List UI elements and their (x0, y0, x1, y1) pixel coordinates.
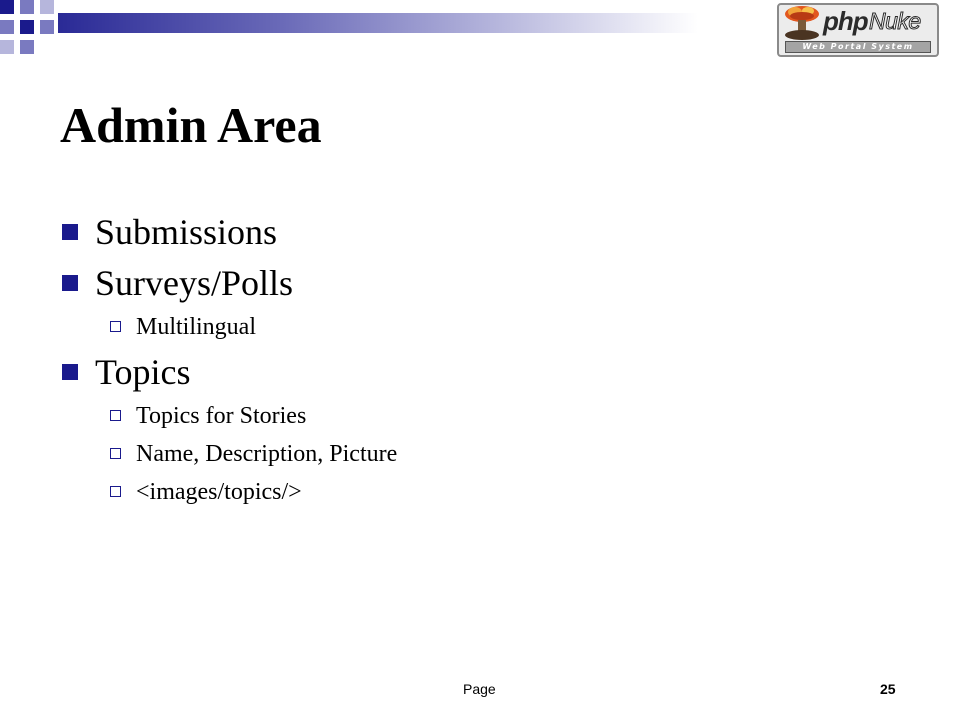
sub-bullet-text: <images/topics/> (136, 479, 302, 505)
hollow-square-bullet-icon (110, 448, 121, 459)
square-bullet-icon (62, 275, 78, 291)
sub-bullet-text: Topics for Stories (136, 403, 307, 429)
bullet-text: Topics (95, 352, 191, 392)
sub-bullet-text: Name, Description, Picture (136, 441, 398, 467)
bullet-text: Surveys/Polls (95, 263, 294, 303)
sub-bullet-text: Multilingual (136, 314, 256, 340)
slide: php Nuke Web Portal System Admin Area Su… (0, 0, 960, 720)
footer-page-number: 25 (880, 681, 896, 697)
hollow-square-bullet-icon (110, 410, 121, 421)
bullet-text: Submissions (95, 212, 278, 252)
bullet-list: Submissions Surveys/Polls Multilingual T… (0, 0, 960, 720)
square-bullet-icon (62, 224, 78, 240)
hollow-square-bullet-icon (110, 321, 121, 332)
square-bullet-icon (62, 364, 78, 380)
hollow-square-bullet-icon (110, 486, 121, 497)
footer-page-label: Page (463, 681, 496, 697)
